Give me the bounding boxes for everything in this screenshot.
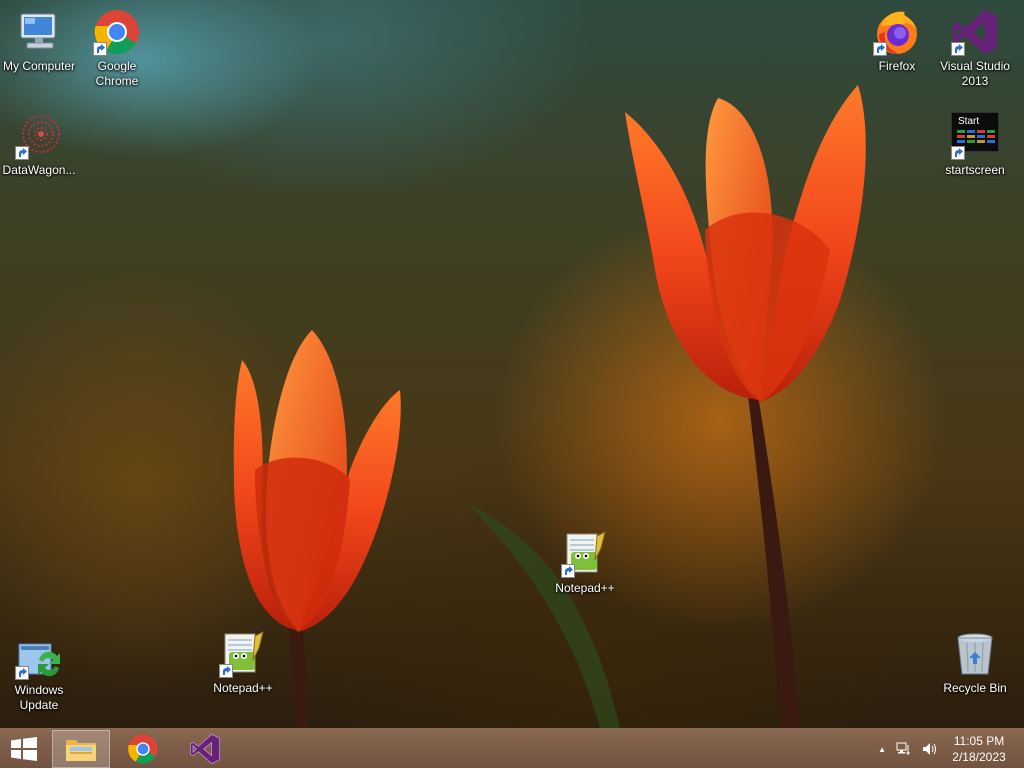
notepadpp-icon	[219, 630, 267, 678]
file-explorer-icon	[66, 740, 96, 761]
clock[interactable]: 11:05 PM 2/18/2023	[948, 733, 1010, 765]
shortcut-arrow-icon	[951, 146, 965, 160]
show-hidden-icons-button[interactable]: ▲	[878, 745, 886, 754]
startscreen-icon: Start	[951, 112, 999, 160]
taskbar-google-chrome[interactable]	[114, 730, 172, 768]
shortcut-arrow-icon	[93, 42, 107, 56]
clock-time: 11:05 PM	[953, 734, 1005, 748]
datawagon-icon	[15, 112, 63, 160]
network-icon[interactable]	[896, 742, 912, 756]
system-tray: ▲ 11:05 PM 2/18/2023	[878, 729, 1024, 769]
desktop-icon-visual-studio-2013[interactable]: Visual Studio 2013	[936, 8, 1014, 89]
desktop-icon-label: My Computer	[2, 59, 76, 73]
desktop-icon-firefox[interactable]: Firefox	[858, 8, 936, 74]
recycle-bin-icon	[951, 630, 999, 678]
desktop-icon-notepadpp-2[interactable]: Notepad++	[204, 630, 282, 696]
desktop-icon-label: Notepad++	[555, 581, 615, 595]
desktop-icon-datawagon[interactable]: DataWagon...	[0, 112, 78, 178]
desktop: My Computer Google Chrome DataWagon... F…	[0, 0, 1024, 728]
chrome-icon	[128, 734, 158, 764]
shortcut-arrow-icon	[873, 42, 887, 56]
desktop-icon-label: Recycle Bin	[943, 681, 1007, 695]
tulip-wallpaper	[233, 85, 866, 728]
shortcut-arrow-icon	[15, 146, 29, 160]
shortcut-arrow-icon	[219, 664, 233, 678]
desktop-icon-label: Firefox	[878, 59, 916, 73]
notepadpp-icon	[561, 530, 609, 578]
firefox-icon	[873, 8, 921, 56]
windows-update-icon	[15, 640, 63, 680]
taskbar: ▲ 11:05 PM 2/18/2023	[0, 728, 1024, 768]
visual-studio-icon	[951, 8, 999, 56]
desktop-icon-windows-update[interactable]: Windows Update	[0, 640, 78, 713]
volume-icon[interactable]	[922, 742, 938, 756]
desktop-icon-startscreen[interactable]: Start startscreen	[936, 112, 1014, 178]
desktop-icon-google-chrome[interactable]: Google Chrome	[78, 8, 156, 89]
shortcut-arrow-icon	[15, 666, 29, 680]
shortcut-arrow-icon	[951, 42, 965, 56]
desktop-icon-notepadpp[interactable]: Notepad++	[546, 530, 624, 596]
taskbar-visual-studio[interactable]	[176, 730, 234, 768]
desktop-icon-label: Visual Studio 2013	[940, 59, 1010, 88]
shortcut-arrow-icon	[561, 564, 575, 578]
startscreen-tile-text: Start	[958, 116, 980, 127]
clock-date: 2/18/2023	[952, 750, 1006, 764]
taskbar-file-explorer[interactable]	[52, 730, 110, 768]
desktop-icon-label: startscreen	[945, 163, 1005, 177]
start-button[interactable]	[0, 730, 48, 768]
desktop-icon-label: Google Chrome	[95, 59, 139, 88]
my-computer-icon	[15, 8, 63, 56]
desktop-icon-label: Windows Update	[14, 683, 64, 712]
chevron-up-icon: ▲	[878, 744, 886, 754]
desktop-icon-label: Notepad++	[213, 681, 273, 695]
desktop-icon-label: DataWagon...	[2, 163, 76, 177]
desktop-icon-recycle-bin[interactable]: Recycle Bin	[936, 630, 1014, 696]
desktop-icon-my-computer[interactable]: My Computer	[0, 8, 78, 74]
chrome-icon	[93, 8, 141, 56]
visual-studio-icon	[190, 733, 220, 765]
windows-logo-icon	[11, 737, 37, 761]
